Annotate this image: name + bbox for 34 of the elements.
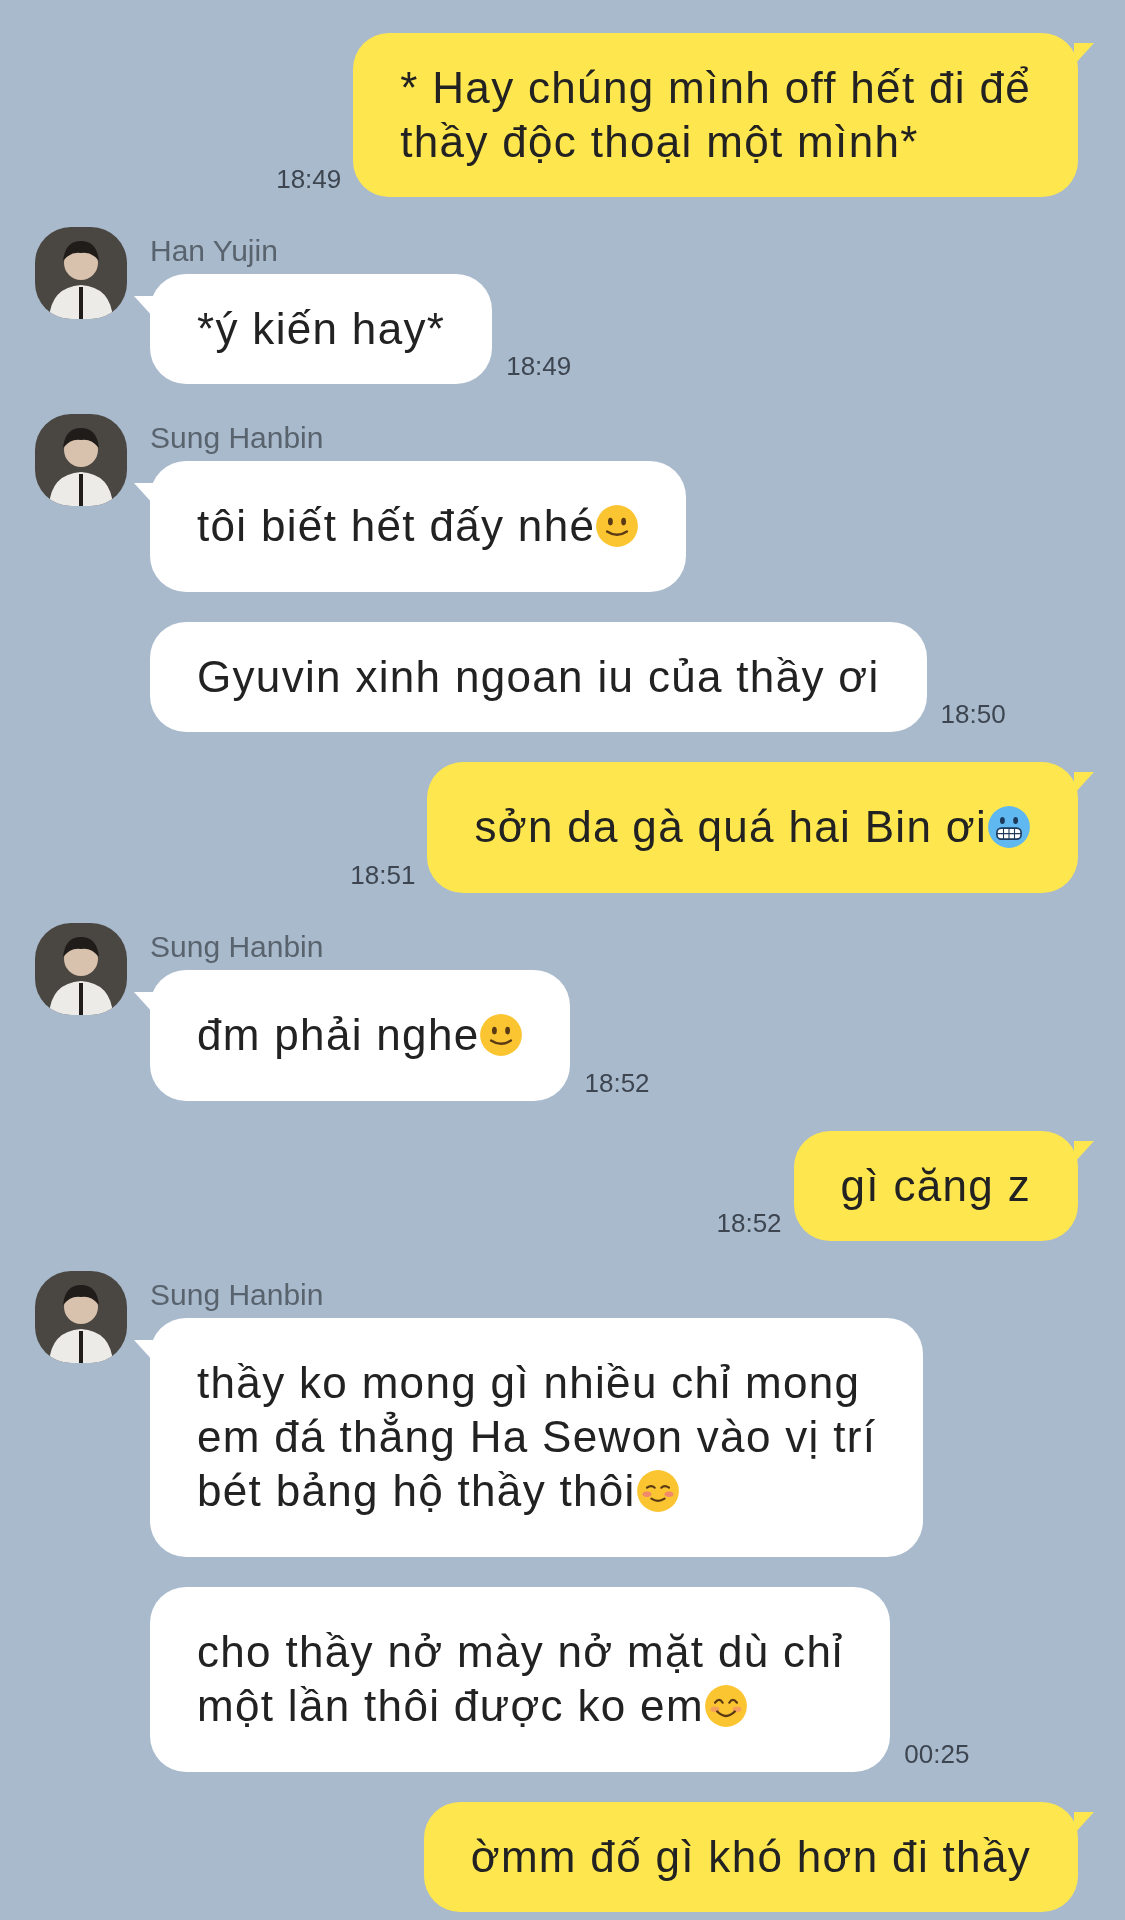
- message-text: Gyuvin xinh ngoan iu của thầy ơi: [197, 652, 880, 701]
- message-time: 18:52: [716, 1207, 782, 1239]
- avatar-icon: [35, 923, 127, 1015]
- sender-name: Sung Hanbin: [150, 929, 325, 965]
- message-text: gì căng z: [840, 1161, 1031, 1210]
- message-text: em đá thẳng Ha Sewon vào vị trí: [197, 1412, 877, 1461]
- smiling-face-icon: [703, 1684, 748, 1728]
- message-text: cho thầy nở mày nở mặt dù chỉ: [197, 1627, 844, 1676]
- sender-name: Han Yujin: [150, 233, 279, 269]
- sender-name: Sung Hanbin: [150, 420, 325, 456]
- message-text: *ý kiến hay*: [197, 304, 446, 353]
- message-time: 18:50: [940, 698, 1006, 730]
- message-text: đm phải nghe: [197, 1010, 480, 1059]
- message-time: 00:25: [904, 1738, 970, 1770]
- message-time: 18:51: [350, 859, 416, 891]
- message-text: một lần thôi được ko em: [197, 1681, 704, 1730]
- smiley-icon: [595, 504, 640, 548]
- message-text: thầy độc thoại một mình*: [400, 117, 919, 166]
- sender-name: Sung Hanbin: [150, 1277, 325, 1313]
- avatar-icon: [35, 1271, 127, 1363]
- message-text: ờmm đố gì khó hơn đi thầy: [470, 1832, 1031, 1881]
- avatar-icon: [35, 227, 127, 319]
- message-text: sởn da gà quá hai Bin ơi: [474, 802, 987, 851]
- cold-face-icon: [987, 805, 1031, 849]
- message-text: tôi biết hết đấy nhé: [197, 501, 596, 550]
- message-text: thầy ko mong gì nhiều chỉ mong: [197, 1358, 861, 1407]
- message-text: * Hay chúng mình off hết đi để: [400, 63, 1031, 112]
- message-text: bét bảng hộ thầy thôi: [197, 1466, 636, 1515]
- blushing-face-icon: [635, 1469, 680, 1513]
- smiley-icon: [479, 1013, 524, 1057]
- message-time: 18:52: [584, 1067, 650, 1099]
- message-time: 18:49: [276, 163, 342, 195]
- avatar-icon: [35, 414, 127, 506]
- message-time: 18:49: [506, 350, 572, 382]
